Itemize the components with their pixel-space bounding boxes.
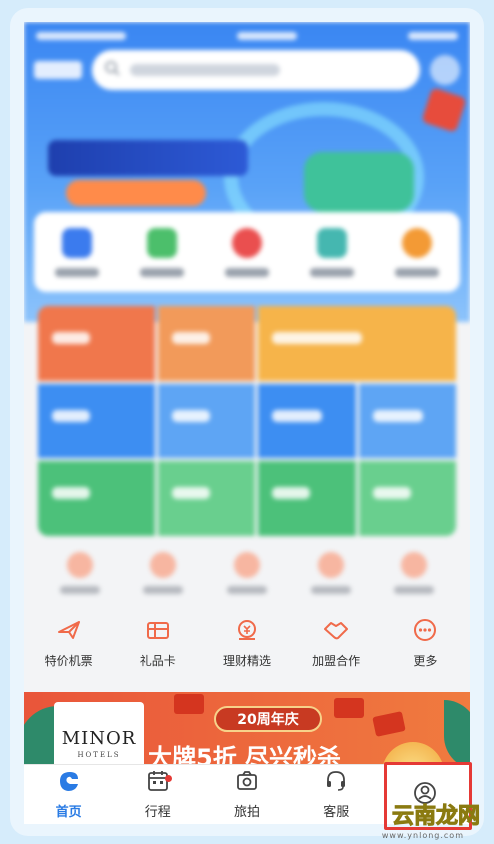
more-icon: [411, 616, 439, 644]
handshake-icon: [322, 616, 350, 644]
service-grid: [38, 306, 456, 536]
grid-tile[interactable]: [358, 383, 456, 459]
app-screen: 特价机票 礼品卡 理财精选 加盟合作 更多 MINOR HOTELS 20周年庆…: [24, 22, 470, 824]
service-label: 更多: [413, 654, 438, 668]
service-label: 加盟合作: [312, 654, 361, 668]
watermark-url: www.ynlong.com: [381, 831, 464, 840]
grid-tile[interactable]: [38, 306, 155, 381]
grid-tile[interactable]: [258, 306, 456, 381]
message-icon[interactable]: [430, 55, 460, 85]
tab-label: 客服: [323, 805, 350, 820]
service-more[interactable]: 更多: [385, 616, 465, 669]
calendar-icon: [146, 769, 170, 797]
shortcut-item[interactable]: [395, 227, 440, 277]
shortcut-item[interactable]: [54, 227, 99, 277]
tab-customer-service[interactable]: 客服: [292, 765, 381, 824]
tab-label: 首页: [55, 805, 82, 820]
notification-dot: [165, 775, 173, 782]
shortcut-item[interactable]: [224, 227, 269, 277]
status-bar: [36, 28, 458, 44]
service-partnership[interactable]: 加盟合作: [296, 616, 376, 669]
shortcut-item[interactable]: [139, 227, 184, 277]
small-icon-row: [38, 552, 456, 594]
small-icon-item[interactable]: [226, 552, 267, 594]
tab-travel-photos[interactable]: 旅拍: [202, 765, 291, 824]
search-icon: [104, 60, 120, 80]
service-label: 特价机票: [44, 654, 93, 668]
tab-label: 旅拍: [234, 805, 261, 820]
headset-icon: [324, 769, 348, 797]
search-input[interactable]: [92, 50, 420, 90]
services-row: 特价机票 礼品卡 理财精选 加盟合作 更多: [24, 616, 470, 669]
camera-icon: [235, 769, 259, 797]
grid-tile[interactable]: [258, 461, 356, 536]
grid-tile[interactable]: [38, 383, 155, 459]
grid-tile[interactable]: [358, 461, 456, 536]
shortcut-card: [34, 212, 460, 292]
small-icon-item[interactable]: [143, 552, 184, 594]
small-icon-item[interactable]: [59, 552, 100, 594]
anniversary-badge: 20周年庆: [214, 706, 322, 732]
grid-tile[interactable]: [157, 461, 256, 536]
finance-icon: [233, 616, 261, 644]
grid-tile[interactable]: [157, 383, 256, 459]
grid-tile[interactable]: [258, 383, 356, 459]
service-special-flights[interactable]: 特价机票: [29, 616, 109, 669]
gift-card-icon: [144, 616, 172, 644]
watermark-logo: 云南龙网: [391, 804, 480, 830]
tab-itinerary[interactable]: 行程: [113, 765, 202, 824]
home-icon: [56, 769, 82, 797]
small-icon-item[interactable]: [310, 552, 351, 594]
grid-tile[interactable]: [38, 461, 155, 536]
tab-label: 行程: [144, 805, 171, 820]
service-label: 理财精选: [222, 654, 271, 668]
service-gift-card[interactable]: 礼品卡: [118, 616, 198, 669]
small-icon-item[interactable]: [394, 552, 435, 594]
tab-home[interactable]: 首页: [24, 765, 113, 824]
grid-tile[interactable]: [157, 306, 256, 381]
service-label: 礼品卡: [139, 654, 176, 668]
service-finance[interactable]: 理财精选: [207, 616, 287, 669]
plane-icon: [55, 616, 83, 644]
city-selector[interactable]: [34, 61, 82, 79]
shortcut-item[interactable]: [310, 227, 355, 277]
